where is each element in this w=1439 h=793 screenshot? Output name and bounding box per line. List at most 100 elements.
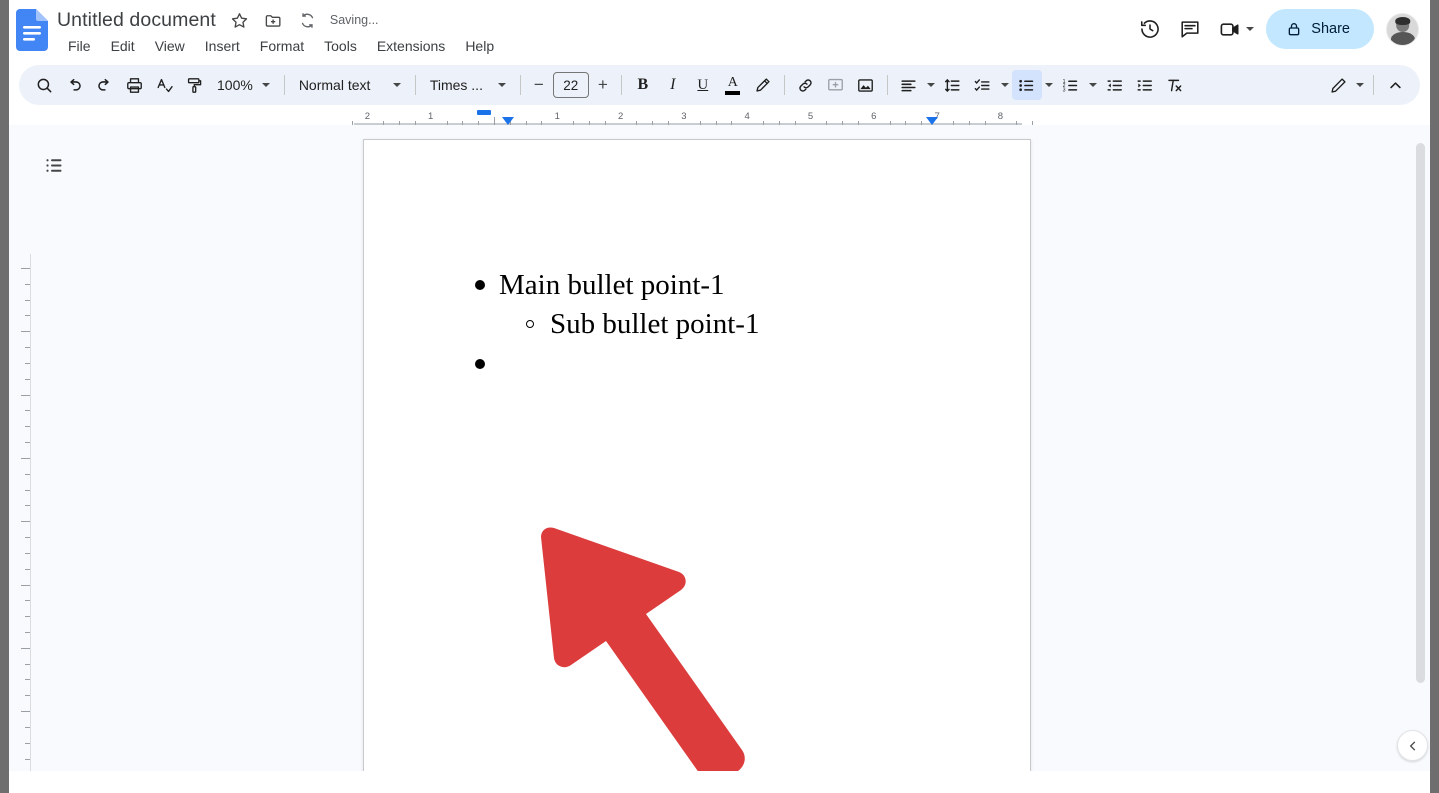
text-color-button[interactable]: A	[718, 70, 748, 100]
scrollbar-thumb[interactable]	[1416, 143, 1425, 683]
vertical-ruler-tick	[25, 616, 30, 618]
redo-arrow-icon[interactable]	[89, 70, 119, 100]
vertical-ruler-tick	[21, 331, 30, 333]
left-indent-marker-icon[interactable]	[477, 110, 491, 115]
toolbar-right-group	[1323, 65, 1410, 105]
font-family-selector[interactable]: Times ...	[422, 70, 514, 100]
bullet-marker	[475, 280, 485, 290]
pencil-edit-icon[interactable]	[1323, 70, 1353, 100]
line-spacing-icon[interactable]	[938, 70, 968, 100]
red-arrow-pointer	[527, 519, 767, 771]
vertical-ruler-tick	[25, 742, 30, 744]
search-icon[interactable]	[29, 70, 59, 100]
menu-extensions[interactable]: Extensions	[367, 36, 455, 56]
vertical-ruler-tick	[25, 679, 30, 681]
comment-icon[interactable]	[1170, 9, 1210, 49]
document-outline-icon[interactable]	[34, 145, 74, 185]
star-icon[interactable]	[230, 10, 250, 30]
font-size-input[interactable]: 22	[552, 72, 589, 98]
font-size-stepper: − 22 +	[527, 72, 615, 98]
printer-icon[interactable]	[119, 70, 149, 100]
avatar-body	[1390, 32, 1415, 45]
paint-format-icon[interactable]	[179, 70, 209, 100]
clear-formatting-icon[interactable]	[1160, 70, 1190, 100]
checklist-dropdown-button[interactable]	[998, 70, 1012, 100]
chevron-down-icon	[1044, 83, 1053, 87]
collapse-panel-button[interactable]	[1397, 730, 1428, 761]
app-header: Untitled document Saving... File Edit Vi…	[9, 0, 1430, 62]
video-camera-icon[interactable]	[1210, 9, 1250, 49]
ruler-number: 1	[428, 111, 434, 122]
menu-bar: File Edit View Insert Format Tools Exten…	[58, 36, 504, 56]
ruler-number: 2	[617, 111, 624, 122]
align-dropdown-button[interactable]	[924, 70, 938, 100]
paragraph-style-value: Normal text	[298, 77, 371, 93]
bulleted-list-dropdown-button[interactable]	[1042, 70, 1056, 100]
align-left-icon[interactable]	[894, 70, 924, 100]
vertical-ruler-tick	[25, 378, 30, 380]
decrease-font-size-button[interactable]: −	[527, 72, 551, 98]
chevron-up-icon[interactable]	[1380, 70, 1410, 100]
docs-file-icon[interactable]	[16, 9, 48, 51]
vertical-scrollbar[interactable]	[1415, 125, 1427, 771]
list-item[interactable]	[475, 345, 509, 383]
share-button[interactable]: Share	[1266, 9, 1374, 49]
menu-insert[interactable]: Insert	[195, 36, 250, 56]
menu-help[interactable]: Help	[455, 36, 504, 56]
right-indent-triangle-icon[interactable]	[926, 117, 938, 125]
svg-text:3: 3	[1063, 87, 1066, 93]
add-comment-icon[interactable]	[821, 70, 851, 100]
vertical-ruler-tick	[21, 647, 30, 649]
page-title[interactable]: Untitled document	[57, 8, 216, 32]
decrease-indent-icon[interactable]	[1100, 70, 1130, 100]
vertical-ruler-tick	[25, 473, 30, 475]
meet-button-group[interactable]	[1210, 9, 1260, 49]
avatar[interactable]	[1386, 12, 1419, 46]
menu-view[interactable]: View	[145, 36, 195, 56]
edit-mode-dropdown-button[interactable]	[1353, 70, 1367, 100]
docs-app: Untitled document Saving... File Edit Vi…	[9, 0, 1430, 793]
vertical-ruler-tick	[25, 505, 30, 507]
ruler-number: 2	[364, 111, 371, 122]
increase-font-size-button[interactable]: +	[591, 72, 615, 98]
vertical-ruler-tick	[21, 268, 30, 269]
underline-button[interactable]: U	[688, 70, 718, 100]
zoom-value: 100%	[217, 77, 253, 93]
horizontal-ruler[interactable]: 2112345678	[31, 108, 1430, 125]
bulleted-list-icon[interactable]	[1011, 70, 1042, 100]
menu-tools[interactable]: Tools	[314, 36, 367, 56]
checklist-icon[interactable]	[968, 70, 998, 100]
vertical-ruler-tick	[25, 426, 30, 428]
ruler-number: 6	[871, 111, 877, 122]
vertical-ruler-tick	[25, 663, 30, 665]
insert-image-icon[interactable]	[851, 70, 881, 100]
move-to-folder-icon[interactable]	[264, 10, 284, 30]
increase-indent-icon[interactable]	[1130, 70, 1160, 100]
list-item[interactable]: Main bullet point-1	[475, 266, 725, 304]
left-indent-triangle-icon[interactable]	[502, 117, 514, 125]
paragraph-style-selector[interactable]: Normal text	[291, 70, 409, 100]
link-icon[interactable]	[791, 70, 821, 100]
document-page[interactable]: Main bullet point-1 Sub bullet point-1	[363, 139, 1031, 771]
window-frame-left	[0, 0, 9, 793]
spellcheck-icon[interactable]	[149, 70, 179, 100]
vertical-ruler-tick	[25, 695, 30, 697]
menu-file[interactable]: File	[58, 36, 101, 56]
numbered-list-icon[interactable]: 1 2 3	[1056, 70, 1086, 100]
menu-edit[interactable]: Edit	[101, 36, 145, 56]
highlight-pen-icon[interactable]	[748, 70, 778, 100]
numbered-list-dropdown-button[interactable]	[1086, 70, 1100, 100]
italic-button[interactable]: I	[658, 70, 688, 100]
zoom-selector[interactable]: 100%	[209, 70, 278, 100]
chevron-down-icon[interactable]	[1246, 27, 1255, 31]
cloud-sync-icon[interactable]	[298, 10, 318, 30]
menu-format[interactable]: Format	[250, 36, 314, 56]
list-item[interactable]: Sub bullet point-1	[526, 305, 759, 343]
vertical-ruler[interactable]	[9, 254, 31, 771]
document-canvas: Main bullet point-1 Sub bullet point-1	[9, 125, 1430, 771]
vertical-ruler-tick	[25, 552, 30, 554]
ruler-ticks: 2112345678	[31, 108, 1430, 125]
undo-arrow-icon[interactable]	[59, 70, 89, 100]
history-clock-icon[interactable]	[1130, 9, 1170, 49]
bold-button[interactable]: B	[628, 70, 658, 100]
